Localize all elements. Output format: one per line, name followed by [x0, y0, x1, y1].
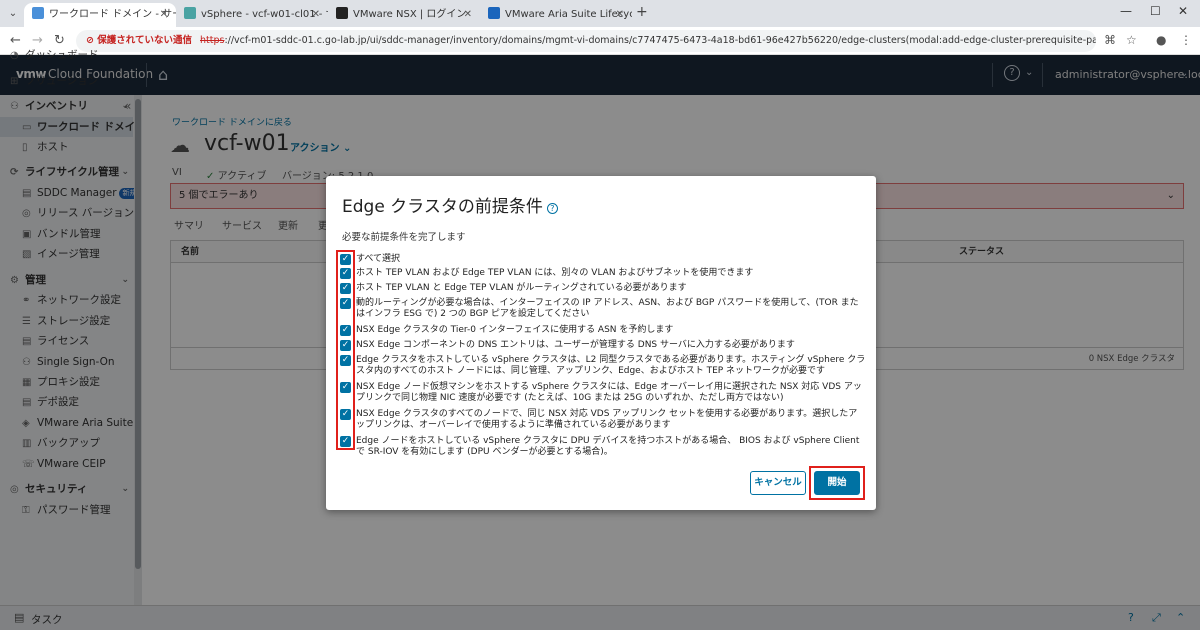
browser-tab-3[interactable]: VMware NSX | ログイン ✕: [328, 3, 480, 27]
prerequisite-label: NSX Edge コンポーネントの DNS エントリは、ユーザーが管理する DN…: [356, 340, 795, 350]
prerequisite-dialog: Edge クラスタの前提条件? 必要な前提条件を完了します ✓ すべて選択 ✓ ホスト…: [326, 176, 876, 510]
aria-favicon-icon: [488, 7, 500, 19]
browser-tab-1[interactable]: ワークロード ドメイン - サービス ✕: [24, 3, 176, 27]
prerequisite-label: ホスト TEP VLAN および Edge TEP VLAN には、別々の VL…: [356, 268, 754, 278]
prerequisite-label: NSX Edge ノード仮想マシンをホストする vSphere クラスタには、E…: [356, 382, 862, 403]
dialog-subtitle: 必要な前提条件を完了します: [342, 232, 466, 243]
prerequisite-label: すべて選択: [356, 254, 401, 264]
new-tab-icon[interactable]: +: [636, 4, 648, 20]
prerequisite-label: NSX Edge クラスタの Tier-0 インターフェイスに使用する ASN …: [356, 325, 674, 335]
prerequisite-label: 動的ルーティングが必要な場合は、インターフェイスの IP アドレス、ASN、およ…: [356, 298, 859, 319]
highlight-box-start: [809, 466, 865, 500]
prerequisite-label: Edge クラスタをホストしている vSphere クラスタは、L2 同型クラス…: [356, 355, 866, 376]
profile-icon[interactable]: ●: [1156, 33, 1166, 47]
address-bar: ← → ↻ ⊘ 保護されていない通信 https://vcf-m01-sddc-0…: [0, 27, 1200, 55]
tab-close-icon[interactable]: ✕: [616, 3, 624, 27]
browser-menu-icon[interactable]: ⋮: [1180, 33, 1192, 47]
translate-icon[interactable]: ⌘: [1104, 33, 1116, 47]
cancel-button[interactable]: キャンセル: [750, 471, 806, 495]
prerequisite-label: Edge ノードをホストしている vSphere クラスタに DPU デバイスを…: [356, 436, 860, 457]
tab-search-icon[interactable]: ⌄: [4, 5, 22, 23]
minimize-icon[interactable]: —: [1120, 4, 1132, 18]
browser-tab-bar: ⌄ ワークロード ドメイン - サービス ✕ vSphere - vcf-w01…: [0, 0, 1200, 27]
highlight-box-checkboxes: [336, 250, 355, 450]
bookmark-star-icon[interactable]: ☆: [1126, 33, 1137, 47]
maximize-icon[interactable]: ☐: [1150, 4, 1161, 18]
nsx-favicon-icon: [336, 7, 348, 19]
tab-close-icon[interactable]: ✕: [160, 3, 168, 27]
cloud-favicon-icon: [32, 7, 44, 19]
url-field[interactable]: ⊘ 保護されていない通信 https://vcf-m01-sddc-01.c.go…: [76, 30, 1096, 52]
dialog-title: Edge クラスタの前提条件?: [342, 192, 558, 217]
browser-tab-4[interactable]: VMware Aria Suite Lifecycle ✕: [480, 3, 632, 27]
tab-close-icon[interactable]: ✕: [464, 3, 472, 27]
prerequisite-label: ホスト TEP VLAN と Edge TEP VLAN がルーティングされてい…: [356, 283, 687, 293]
prerequisite-label: NSX Edge クラスタのすべてのノードで、同じ NSX 対応 VDS アップ…: [356, 409, 858, 430]
help-icon[interactable]: ?: [546, 203, 558, 214]
window-close-icon[interactable]: ✕: [1178, 4, 1188, 18]
browser-tab-2[interactable]: vSphere - vcf-w01-cl01 - サマリ ✕: [176, 3, 328, 27]
vsphere-favicon-icon: [184, 7, 196, 19]
tab-close-icon[interactable]: ✕: [312, 3, 320, 27]
